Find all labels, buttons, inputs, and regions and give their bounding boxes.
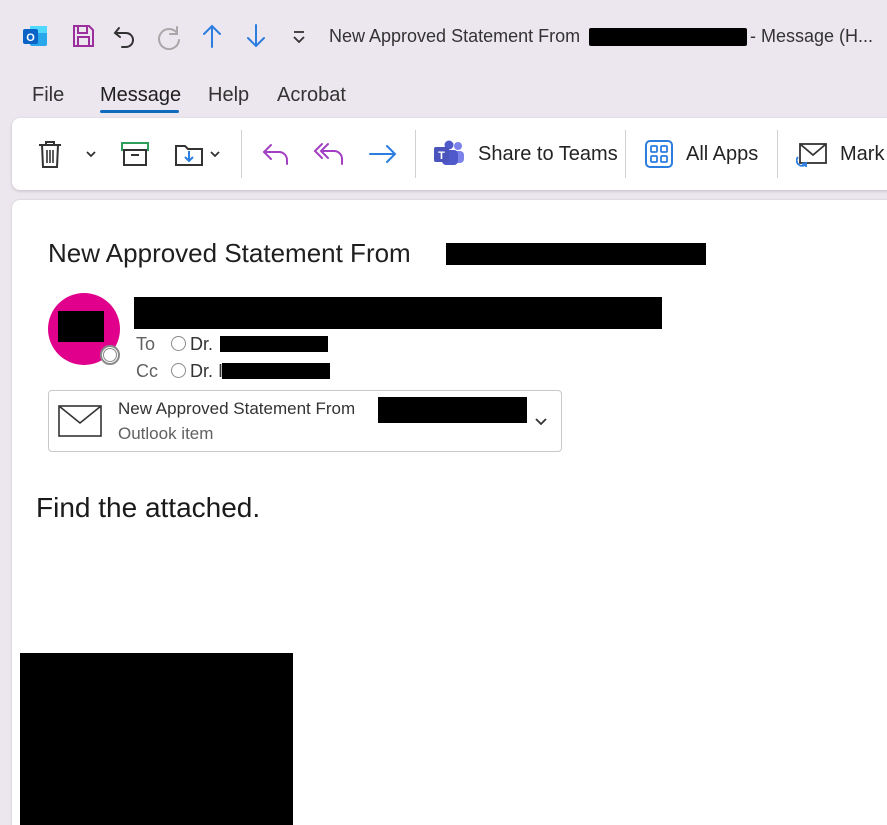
to-recipient[interactable]: Dr.: [190, 334, 213, 355]
svg-text:T: T: [438, 150, 445, 162]
reply-all-icon: [313, 143, 343, 165]
archive-button[interactable]: [120, 134, 150, 174]
ribbon-separator: [625, 130, 626, 178]
window-title: New Approved Statement From: [329, 26, 581, 46]
delete-dropdown[interactable]: [84, 134, 98, 174]
redacted-block: [589, 28, 747, 46]
delete-icon: [39, 141, 61, 168]
move-to-folder-icon: [175, 145, 203, 166]
redacted-block: [222, 363, 330, 379]
redacted-sender: [134, 297, 662, 329]
mark-label: Mark: [840, 142, 885, 165]
ribbon-toolbar: T Share to Teams All Apps Mark: [12, 118, 887, 190]
chevron-down-icon: [210, 151, 220, 158]
attachment-type: Outlook item: [118, 424, 214, 443]
all-apps-button[interactable]: All Apps: [644, 134, 758, 174]
next-item-icon[interactable]: [241, 20, 271, 52]
redo-icon[interactable]: [155, 20, 185, 52]
message-subject: New Approved Statement From: [48, 238, 411, 268]
delete-button[interactable]: [36, 134, 64, 174]
cc-label: Cc: [136, 361, 158, 381]
ribbon-separator: [415, 130, 416, 178]
chevron-down-icon: [86, 151, 96, 158]
share-to-teams-label: Share to Teams: [478, 142, 618, 165]
redacted-block: [446, 243, 706, 265]
window-title-suffix: - Message (H...: [750, 26, 874, 46]
reading-pane: New Approved Statement From To Dr. Cc Dr…: [12, 200, 887, 825]
attachment-title: New Approved Statement From: [118, 399, 356, 418]
envelope-icon: [58, 405, 102, 437]
teams-icon: T: [434, 140, 464, 165]
ribbon-separator: [241, 130, 242, 178]
active-tab-indicator: [100, 110, 179, 113]
cc-recipient[interactable]: Dr. I: [190, 361, 223, 382]
share-to-teams-button[interactable]: T Share to Teams: [432, 134, 618, 174]
forward-button[interactable]: [367, 134, 399, 174]
chevron-down-icon[interactable]: [533, 413, 549, 429]
ribbon-separator: [777, 130, 778, 178]
apps-grid-icon: [645, 140, 673, 168]
tab-file[interactable]: File: [32, 84, 64, 107]
reply-all-button[interactable]: [312, 134, 346, 174]
reply-button[interactable]: [260, 134, 292, 174]
title-bar: O New Approved Statement From - Message …: [0, 0, 887, 72]
outlook-app-icon: O: [20, 20, 50, 52]
redacted-block: [58, 311, 104, 342]
to-label: To: [136, 334, 156, 354]
all-apps-label: All Apps: [686, 142, 759, 165]
reply-icon: [262, 144, 288, 165]
customize-toolbar-icon[interactable]: [284, 20, 314, 52]
previous-item-icon[interactable]: [197, 20, 227, 52]
tab-help[interactable]: Help: [208, 84, 249, 107]
tab-message[interactable]: Message: [100, 84, 181, 107]
move-button[interactable]: [174, 134, 222, 174]
redacted-image: [20, 653, 293, 825]
tab-acrobat[interactable]: Acrobat: [277, 84, 346, 107]
save-icon[interactable]: [68, 20, 98, 52]
mark-unread-icon: [796, 143, 827, 167]
recipient-status-icon: [171, 363, 186, 378]
mark-unread-button[interactable]: Mark: [796, 134, 884, 174]
redacted-block: [220, 336, 328, 352]
archive-icon: [121, 142, 149, 166]
forward-icon: [369, 145, 397, 163]
svg-text:O: O: [26, 32, 35, 44]
attachment-card[interactable]: New Approved Statement From Outlook item: [48, 390, 562, 452]
message-body: Find the attached.: [36, 492, 261, 523]
menu-bar: File Message Help Acrobat: [0, 80, 887, 114]
recipient-status-icon: [171, 336, 186, 351]
undo-icon[interactable]: [110, 20, 140, 52]
redacted-block: [378, 397, 527, 423]
presence-status-icon: [100, 345, 120, 365]
